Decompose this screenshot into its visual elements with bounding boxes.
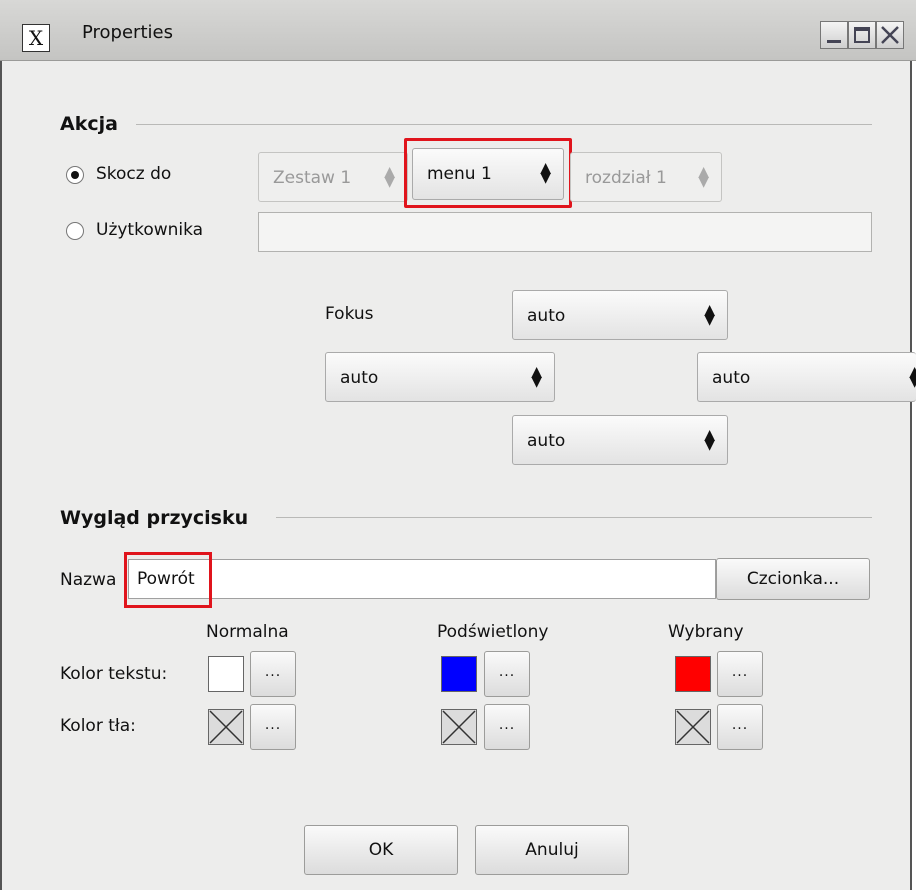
select-arrows-icon: ▲ ▼ xyxy=(909,364,916,390)
focus-right-select[interactable]: auto ▲ ▼ xyxy=(697,352,916,402)
name-input[interactable]: Powrót xyxy=(128,559,716,599)
column-selected-label: Wybrany xyxy=(668,622,744,642)
text-color-label: Kolor tekstu: xyxy=(60,664,168,684)
select-arrows-icon: ▲ ▼ xyxy=(704,302,715,328)
focus-left-select[interactable]: auto ▲ ▼ xyxy=(325,352,555,402)
bg-color-selected-none-icon xyxy=(675,709,711,745)
bg-color-highlighted-none-icon xyxy=(441,709,477,745)
close-icon xyxy=(881,26,899,44)
spinner-arrows-icon: ▲ ▼ xyxy=(540,160,551,186)
spinner-arrows-icon: ▲ ▼ xyxy=(698,164,709,190)
user-field[interactable] xyxy=(258,212,872,252)
focus-up-select[interactable]: auto ▲ ▼ xyxy=(512,290,728,340)
column-normal-label: Normalna xyxy=(206,622,289,642)
text-color-normal-swatch xyxy=(208,656,244,692)
name-highlight-frame xyxy=(124,552,212,608)
window-title: Properties xyxy=(82,22,173,43)
cancel-button[interactable]: Anuluj xyxy=(475,825,629,875)
focus-down-select[interactable]: auto ▲ ▼ xyxy=(512,415,728,465)
radio-user[interactable] xyxy=(66,222,84,240)
chapter-spinner[interactable]: rozdział 1 ▲ ▼ xyxy=(570,152,722,202)
select-arrows-icon: ▲ ▼ xyxy=(531,364,542,390)
focus-right-value: auto xyxy=(712,368,751,388)
focus-up-value: auto xyxy=(527,306,566,326)
set-spinner[interactable]: Zestaw 1 ▲ ▼ xyxy=(258,152,408,202)
text-color-highlighted-button[interactable]: ... xyxy=(484,651,530,697)
title-bar[interactable]: X Properties xyxy=(0,0,916,61)
menu-spinner-value: menu 1 xyxy=(427,164,492,184)
radio-jump[interactable] xyxy=(66,166,84,184)
menu-spinner[interactable]: menu 1 ▲ ▼ xyxy=(412,148,564,200)
select-arrows-icon: ▲ ▼ xyxy=(704,427,715,453)
radio-user-label: Użytkownika xyxy=(96,220,204,240)
text-color-selected-swatch xyxy=(675,656,711,692)
focus-label: Fokus xyxy=(325,304,374,324)
bg-color-highlighted-button[interactable]: ... xyxy=(484,704,530,750)
font-button[interactable]: Czcionka... xyxy=(716,558,870,600)
section-title-appearance: Wygląd przycisku xyxy=(60,507,249,529)
bg-color-label: Kolor tła: xyxy=(60,716,136,736)
section-divider xyxy=(136,124,872,125)
chapter-spinner-value: rozdział 1 xyxy=(585,168,667,188)
properties-dialog xyxy=(0,0,912,890)
bg-color-normal-none-icon xyxy=(208,709,244,745)
app-icon: X xyxy=(22,24,50,52)
ok-button[interactable]: OK xyxy=(304,825,458,875)
name-label: Nazwa xyxy=(60,570,117,590)
radio-jump-label: Skocz do xyxy=(96,164,172,184)
text-color-highlighted-swatch xyxy=(441,656,477,692)
column-highlighted-label: Podświetlony xyxy=(437,622,549,642)
section-title-akcja: Akcja xyxy=(60,113,118,135)
bg-color-selected-button[interactable]: ... xyxy=(717,704,763,750)
focus-left-value: auto xyxy=(340,368,379,388)
text-color-normal-button[interactable]: ... xyxy=(250,651,296,697)
minimize-button[interactable] xyxy=(820,21,848,49)
section-divider xyxy=(276,517,872,518)
text-color-selected-button[interactable]: ... xyxy=(717,651,763,697)
close-button[interactable] xyxy=(876,21,904,49)
set-spinner-value: Zestaw 1 xyxy=(273,168,352,188)
spinner-arrows-icon: ▲ ▼ xyxy=(384,164,395,190)
focus-down-value: auto xyxy=(527,431,566,451)
bg-color-normal-button[interactable]: ... xyxy=(250,704,296,750)
maximize-button[interactable] xyxy=(848,21,876,49)
